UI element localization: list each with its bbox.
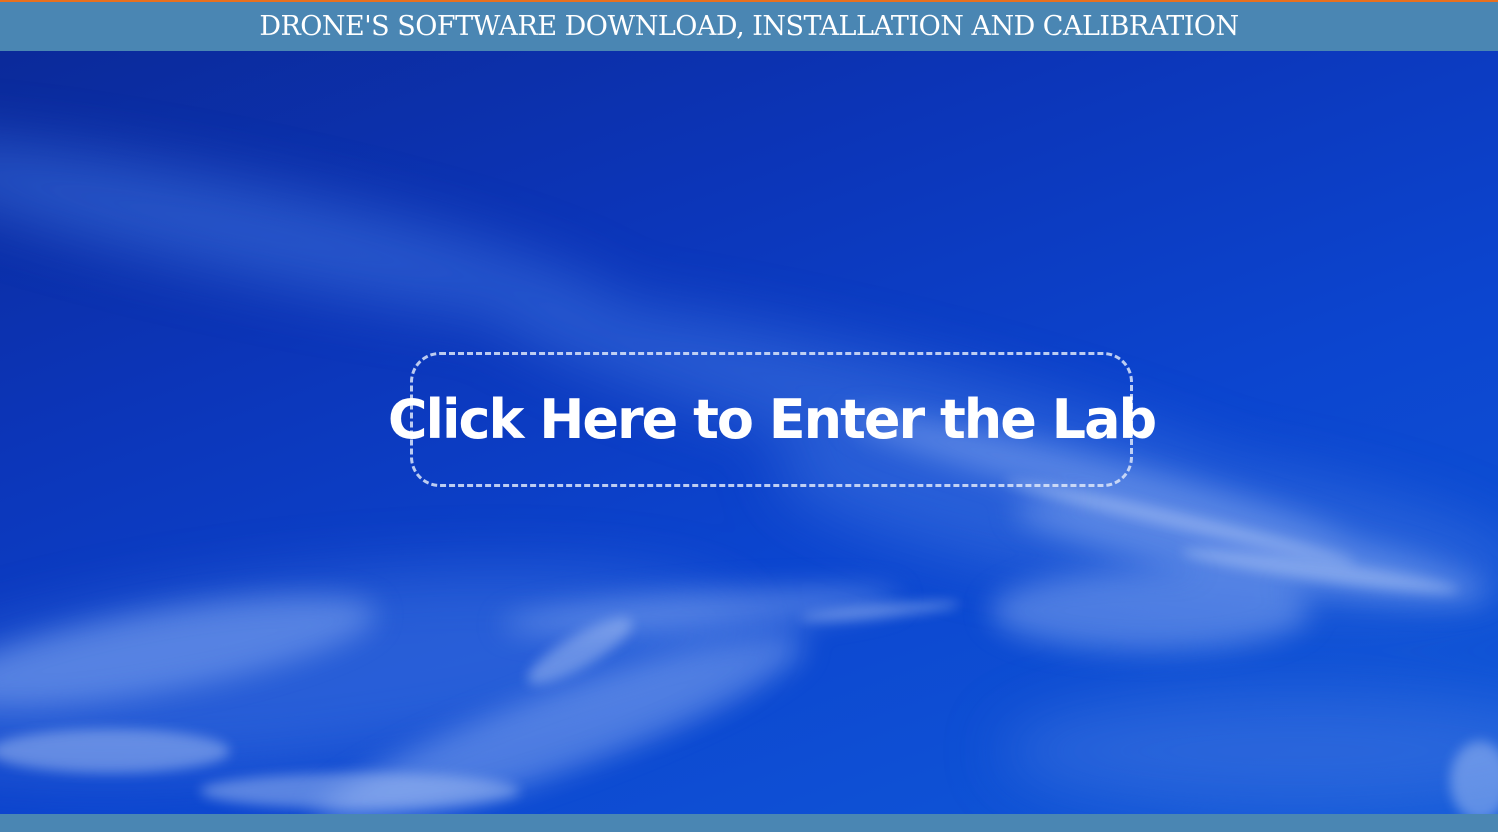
- page-title: DRONE'S SOFTWARE DOWNLOAD, INSTALLATION …: [259, 11, 1239, 42]
- enter-lab-button-label: Click Here to Enter the Lab: [387, 387, 1157, 451]
- hero-section: Click Here to Enter the Lab: [0, 51, 1498, 814]
- enter-lab-button[interactable]: Click Here to Enter the Lab: [388, 352, 1157, 487]
- footer-bar: [0, 814, 1498, 832]
- page: DRONE'S SOFTWARE DOWNLOAD, INSTALLATION …: [0, 0, 1498, 832]
- header-bar: DRONE'S SOFTWARE DOWNLOAD, INSTALLATION …: [0, 2, 1498, 51]
